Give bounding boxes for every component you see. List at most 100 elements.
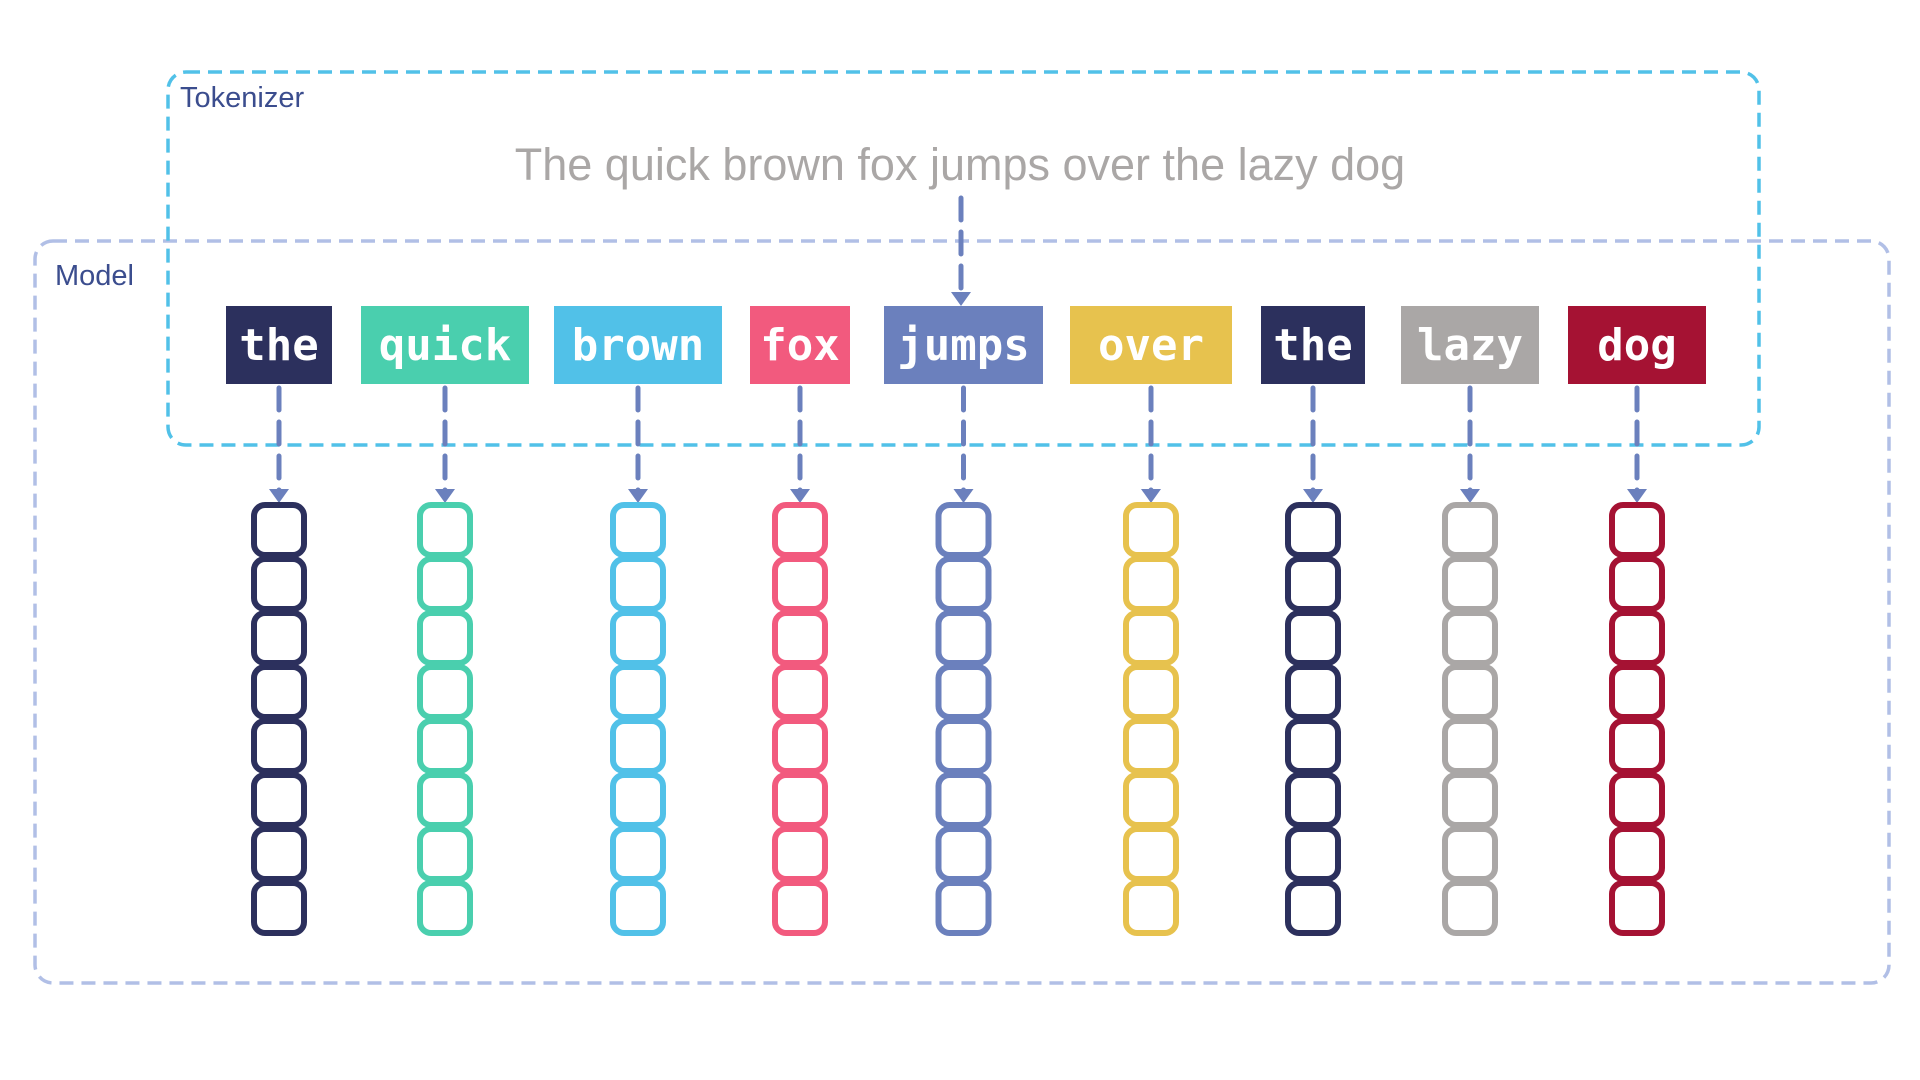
embedding-cell bbox=[1123, 610, 1179, 666]
embedding-cell bbox=[1285, 502, 1341, 558]
embedding-cell bbox=[610, 556, 666, 612]
embedding-cell bbox=[935, 556, 992, 612]
embedding-cell bbox=[772, 556, 828, 612]
embedding-cell bbox=[772, 772, 828, 828]
embedding-cell bbox=[417, 556, 473, 612]
sentence-to-token-arrow bbox=[951, 195, 971, 306]
embedding-cell bbox=[251, 880, 307, 936]
embedding-cell bbox=[251, 502, 307, 558]
embedding-cell bbox=[935, 610, 992, 666]
embedding-cell bbox=[1609, 772, 1665, 828]
token-dog: dog bbox=[1568, 306, 1706, 384]
embedding-cell bbox=[1285, 610, 1341, 666]
embedding-cell bbox=[1123, 502, 1179, 558]
token-fox: fox bbox=[750, 306, 850, 384]
embedding-cell bbox=[1285, 826, 1341, 882]
embedding-cell bbox=[417, 826, 473, 882]
embedding-column-brown bbox=[610, 502, 666, 936]
embedding-cell bbox=[1285, 880, 1341, 936]
embedding-cell bbox=[417, 718, 473, 774]
embedding-cell bbox=[1285, 556, 1341, 612]
embedding-cell bbox=[417, 502, 473, 558]
embedding-cell bbox=[772, 880, 828, 936]
embedding-cell bbox=[251, 772, 307, 828]
arrowhead-icon bbox=[790, 489, 810, 503]
embedding-cell bbox=[1123, 880, 1179, 936]
embedding-cell bbox=[772, 718, 828, 774]
embedding-cell bbox=[251, 826, 307, 882]
arrowhead-icon bbox=[1627, 489, 1647, 503]
embedding-cell bbox=[610, 718, 666, 774]
arrowhead-icon bbox=[1141, 489, 1161, 503]
embedding-cell bbox=[935, 502, 992, 558]
embedding-cell bbox=[935, 880, 992, 936]
embedding-cell bbox=[1442, 772, 1498, 828]
tokenizer-label: Tokenizer bbox=[180, 82, 305, 114]
embedding-cell bbox=[251, 610, 307, 666]
embedding-cell bbox=[1609, 826, 1665, 882]
embedding-cell bbox=[1442, 502, 1498, 558]
embedding-cell bbox=[1285, 718, 1341, 774]
embedding-cell bbox=[935, 718, 992, 774]
arrowhead-icon bbox=[435, 489, 455, 503]
arrowhead-icon bbox=[269, 489, 289, 503]
embedding-cell bbox=[417, 772, 473, 828]
token-the: the bbox=[1261, 306, 1365, 384]
embedding-cell bbox=[1442, 664, 1498, 720]
embedding-column-fox bbox=[772, 502, 828, 936]
arrowhead-icon bbox=[1303, 489, 1323, 503]
model-label: Model bbox=[55, 260, 134, 292]
arrowhead-icon bbox=[951, 292, 971, 306]
embedding-cell bbox=[1442, 880, 1498, 936]
embedding-cell bbox=[251, 556, 307, 612]
embedding-cell bbox=[1123, 556, 1179, 612]
embedding-cell bbox=[610, 664, 666, 720]
embedding-cell bbox=[1123, 772, 1179, 828]
embedding-cell bbox=[610, 772, 666, 828]
embedding-column-over bbox=[1123, 502, 1179, 936]
embedding-column-lazy bbox=[1442, 502, 1498, 936]
arrowhead-icon bbox=[1460, 489, 1480, 503]
input-sentence: The quick brown fox jumps over the lazy … bbox=[514, 139, 1406, 190]
embedding-cell bbox=[1609, 610, 1665, 666]
embedding-cell bbox=[1285, 772, 1341, 828]
embedding-cell bbox=[772, 610, 828, 666]
embedding-cell bbox=[1609, 718, 1665, 774]
embedding-cell bbox=[610, 502, 666, 558]
embedding-cell bbox=[772, 502, 828, 558]
arrowhead-icon bbox=[628, 489, 648, 503]
embedding-cell bbox=[417, 664, 473, 720]
embedding-cell bbox=[1285, 664, 1341, 720]
token-jumps: jumps bbox=[884, 306, 1043, 384]
embedding-cell bbox=[251, 718, 307, 774]
token-the: the bbox=[226, 306, 332, 384]
embedding-column-the bbox=[1285, 502, 1341, 936]
embedding-cell bbox=[1123, 718, 1179, 774]
embedding-column-quick bbox=[417, 502, 473, 936]
embedding-cell bbox=[1442, 610, 1498, 666]
embedding-cell bbox=[1609, 502, 1665, 558]
embedding-cell bbox=[1123, 826, 1179, 882]
arrowhead-icon bbox=[953, 489, 974, 503]
tokenizer-embedding-diagram: Tokenizer Model The quick brown fox jump… bbox=[0, 0, 1920, 1080]
embedding-cell bbox=[935, 664, 992, 720]
embedding-cell bbox=[610, 880, 666, 936]
embedding-cell bbox=[772, 826, 828, 882]
embedding-cell bbox=[935, 772, 992, 828]
embedding-cell bbox=[417, 880, 473, 936]
embedding-cell bbox=[610, 826, 666, 882]
embedding-cell bbox=[772, 664, 828, 720]
embedding-cell bbox=[1442, 556, 1498, 612]
embedding-column-jumps bbox=[935, 502, 992, 936]
embedding-column-dog bbox=[1609, 502, 1665, 936]
embedding-cell bbox=[1609, 880, 1665, 936]
embedding-cell bbox=[1609, 556, 1665, 612]
token-over: over bbox=[1070, 306, 1232, 384]
embedding-cell bbox=[610, 610, 666, 666]
token-quick: quick bbox=[361, 306, 529, 384]
token-lazy: lazy bbox=[1401, 306, 1539, 384]
embedding-cell bbox=[1609, 664, 1665, 720]
embedding-columns bbox=[251, 502, 1665, 936]
embedding-cell bbox=[417, 610, 473, 666]
embedding-cell bbox=[1123, 664, 1179, 720]
